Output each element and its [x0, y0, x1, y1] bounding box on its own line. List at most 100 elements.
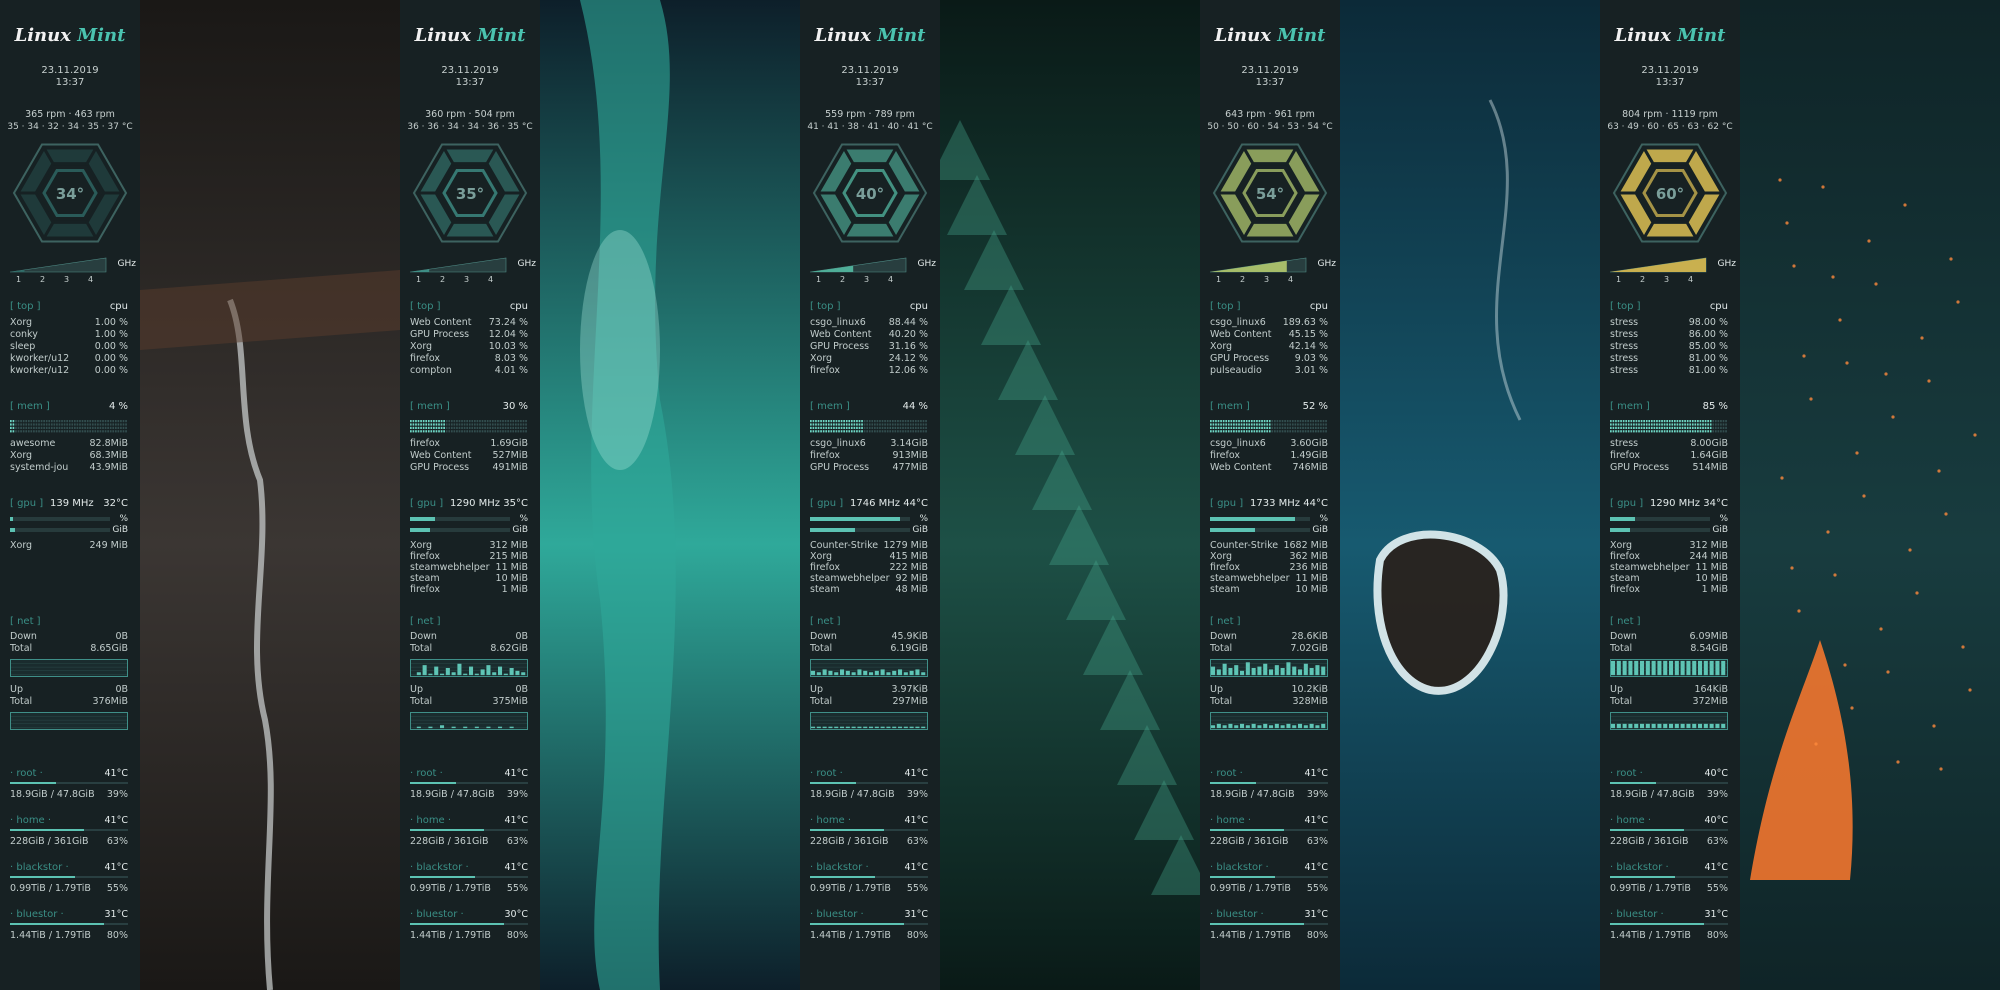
- process-cpu: 31.16 %: [888, 341, 928, 352]
- disk-usage-text: 1.44TiB / 1.79TiB: [1210, 930, 1291, 941]
- net-header: [ net ]: [810, 616, 841, 627]
- graph-sample: [1263, 723, 1268, 729]
- disk-name: · blackstor ·: [10, 862, 69, 873]
- graph-sample: [863, 726, 868, 729]
- disk-usage-text: 1.44TiB / 1.79TiB: [810, 930, 891, 941]
- graph-sample: [857, 726, 862, 729]
- net-up-label: Up: [1210, 684, 1223, 695]
- spark: [1843, 663, 1847, 667]
- gpu-vram-fill: [410, 528, 430, 532]
- gpu-header: [ gpu ]: [1210, 498, 1244, 509]
- graph-sample: [1651, 723, 1656, 729]
- spark: [1850, 706, 1854, 710]
- freq-tick-label: 1: [16, 275, 21, 284]
- ghz-label: GHz: [1317, 259, 1336, 269]
- disk-usage-text: 0.99TiB / 1.79TiB: [10, 883, 91, 894]
- top-header: [ top ]: [810, 301, 841, 312]
- mem-dot-bar: [10, 420, 128, 434]
- spark: [1927, 379, 1931, 383]
- spark: [1956, 300, 1960, 304]
- hex-temp-label: 60°: [1656, 185, 1684, 203]
- freq-tick-label: 4: [88, 275, 93, 284]
- graph-sample: [1309, 668, 1314, 676]
- process-name: Xorg: [1210, 341, 1233, 352]
- graph-sample: [840, 726, 845, 729]
- gpu-load-fill: [1210, 517, 1295, 521]
- hex-temp-label: 54°: [1256, 185, 1284, 203]
- net-down-graph: [10, 659, 128, 677]
- disk-usage-pct: 39%: [506, 789, 528, 800]
- graph-sample: [903, 672, 908, 676]
- graph-sample: [1721, 660, 1726, 676]
- process-vram: 249 MiB: [89, 540, 128, 551]
- gpu-vram-bar: [1610, 528, 1710, 532]
- graph-sample: [834, 672, 839, 676]
- disk-name: · bluestor ·: [1610, 909, 1664, 920]
- graph-sample: [874, 670, 879, 676]
- disk-name: · home ·: [1210, 815, 1252, 826]
- freq-tick-label: 4: [488, 275, 493, 284]
- graph-sample: [811, 726, 816, 729]
- disk-usage-pct: 55%: [1306, 883, 1328, 894]
- spark: [1961, 645, 1965, 649]
- graph-sample: [457, 663, 462, 676]
- disk-usage-fill: [810, 876, 875, 878]
- disk-usage-text: 0.99TiB / 1.79TiB: [810, 883, 891, 894]
- mem-dot-bar: [810, 420, 928, 434]
- process-name: conky: [10, 329, 38, 340]
- graph-sample: [1280, 725, 1285, 729]
- logo-word-linux: Linux: [1614, 25, 1671, 46]
- disk-usage-text: 18.9GiB / 47.8GiB: [810, 789, 895, 800]
- spark: [1944, 512, 1948, 516]
- cpu-freq-gauge: 1 2 3 4 GHz: [409, 256, 536, 284]
- process-cpu: 1.00 %: [94, 329, 128, 340]
- cpu-temp-hex-gauge: 40°: [812, 138, 928, 248]
- process-name: GPU Process: [410, 462, 470, 473]
- disk-usage-text: 0.99TiB / 1.79TiB: [1210, 883, 1291, 894]
- disk-name: · root ·: [410, 768, 443, 779]
- disk-usage-text: 228GiB / 361GiB: [10, 836, 89, 847]
- disk-usage-pct: 55%: [906, 883, 928, 894]
- process-name: firefox: [1210, 450, 1241, 461]
- freq-tick-label: 4: [1688, 275, 1693, 284]
- graph-sample: [1698, 660, 1703, 676]
- disk-usage-pct: 63%: [506, 836, 528, 847]
- gpu-vram-fill: [810, 528, 855, 532]
- process-cpu: 0.00 %: [94, 341, 128, 352]
- net-up-rate: 10.2KiB: [1291, 684, 1328, 695]
- process-cpu: 88.44 %: [888, 317, 928, 328]
- graph-sample: [863, 670, 868, 676]
- disk-usage-bar: [810, 782, 928, 784]
- graph-sample: [509, 668, 514, 676]
- top-header: [ top ]: [410, 301, 441, 312]
- disk-usage-fill: [10, 876, 75, 878]
- graph-sample: [1692, 723, 1697, 729]
- process-name: stress: [1610, 438, 1639, 449]
- logo-word-mint: Mint: [77, 25, 126, 46]
- disk-temp: 40°C: [1704, 768, 1728, 779]
- disk-name: · root ·: [1610, 768, 1643, 779]
- process-mem: 913MiB: [892, 450, 929, 461]
- graph-sample: [816, 672, 821, 676]
- disk-usage-fill: [410, 782, 457, 784]
- disk-temp: 41°C: [504, 768, 528, 779]
- disk-name: · root ·: [1210, 768, 1243, 779]
- process-name: pulseaudio: [1210, 365, 1262, 376]
- disk-usage-bar: [1210, 829, 1328, 831]
- graph-sample: [1709, 723, 1714, 729]
- disk-usage-text: 0.99TiB / 1.79TiB: [1610, 883, 1691, 894]
- graph-sample: [845, 726, 850, 729]
- freq-tick-label: 1: [1616, 275, 1621, 284]
- gpu-load-fill: [810, 517, 900, 521]
- process-cpu: 9.03 %: [1294, 353, 1328, 364]
- spark: [1886, 670, 1890, 674]
- disk-usage-pct: 80%: [1306, 930, 1328, 941]
- graph-sample: [1634, 660, 1639, 676]
- gpu-vram-unit: GiB: [112, 525, 128, 535]
- disk-usage-pct: 80%: [506, 930, 528, 941]
- graph-sample: [1321, 723, 1326, 729]
- gpu-load-fill: [1610, 517, 1635, 521]
- graph-sample: [486, 726, 491, 729]
- process-mem: 8.00GiB: [1690, 438, 1728, 449]
- process-name: compton: [410, 365, 452, 376]
